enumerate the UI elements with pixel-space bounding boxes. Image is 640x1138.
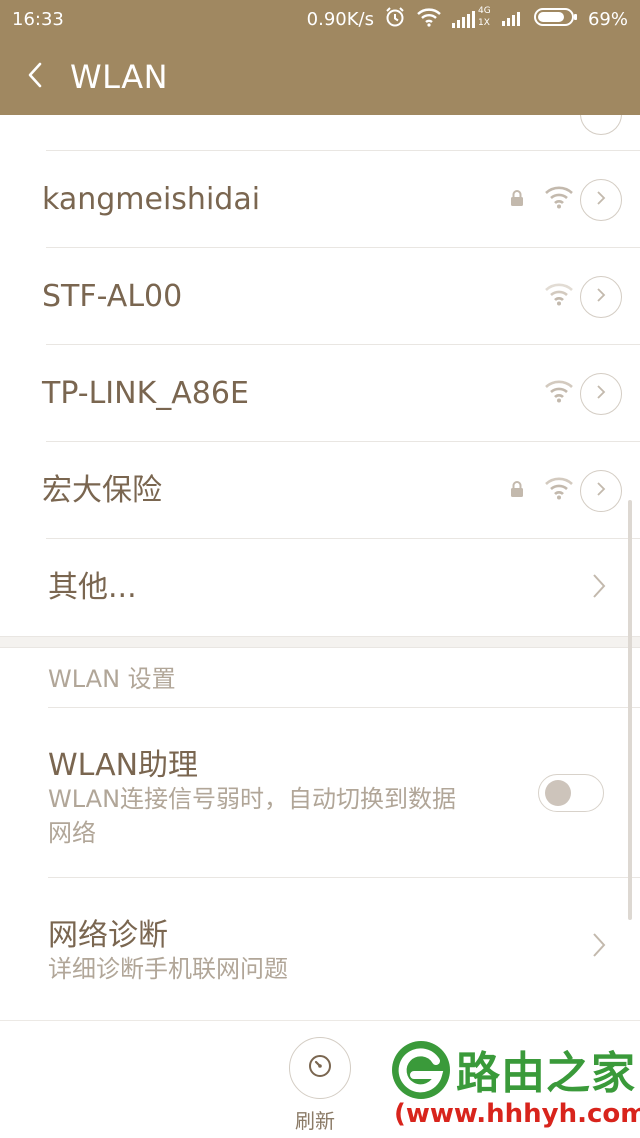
network-diagnose-row[interactable]: 网络诊断 详细诊断手机联网问题 [48, 878, 640, 1014]
network-row-partial[interactable] [46, 115, 640, 151]
network-detail-button[interactable] [580, 115, 622, 135]
battery-icon [533, 7, 578, 32]
network-type-top: 4G [477, 6, 491, 16]
refresh-label: 刷新 [295, 1109, 335, 1133]
battery-percent: 69% [587, 8, 628, 30]
watermark-url: (www.hhhyh.com [394, 1099, 640, 1129]
app-header: 16:33 0.90K/s 4G 1X 69% WLAN [0, 0, 640, 115]
toggle-knob [545, 780, 571, 806]
network-row[interactable]: kangmeishidai [42, 151, 640, 248]
network-diagnose-title: 网络诊断 [48, 918, 168, 953]
refresh-button[interactable] [289, 1037, 351, 1099]
network-detail-button[interactable] [580, 373, 622, 415]
section-divider [0, 636, 640, 648]
network-diagnose-desc: 详细诊断手机联网问题 [48, 955, 288, 983]
cellular-signal-icon: 4G 1X [451, 6, 492, 31]
network-list: kangmeishidai STF-AL00 TP-LINK_A86E 宏大保险… [0, 151, 640, 1014]
wlan-assistant-desc-line1: WLAN连接信号弱时，自动切换到数据 [48, 785, 457, 813]
status-time: 16:33 [12, 8, 64, 30]
chevron-right-icon [596, 384, 606, 404]
network-type-bottom: 1X [477, 18, 490, 28]
watermark: 路由之家 (www.hhhyh.com [390, 1035, 640, 1138]
wlan-assistant-desc-line2: 网络 [48, 819, 96, 847]
network-detail-button[interactable] [580, 276, 622, 318]
network-ssid: TP-LINK_A86E [42, 376, 249, 411]
network-ssid: STF-AL00 [42, 279, 183, 314]
wifi-signal-icon [544, 282, 574, 310]
chevron-right-icon [596, 190, 606, 210]
network-ssid: 宏大保险 [42, 473, 162, 508]
lock-icon [510, 480, 524, 502]
network-ssid: kangmeishidai [42, 182, 261, 217]
other-network-label: 其他... [48, 570, 137, 605]
network-detail-button[interactable] [580, 179, 622, 221]
network-row[interactable]: 宏大保险 [42, 442, 640, 539]
page-title: WLAN [70, 57, 169, 96]
network-row[interactable]: STF-AL00 [42, 248, 640, 345]
chevron-right-icon [596, 481, 606, 501]
wifi-signal-icon [544, 185, 574, 213]
network-detail-button[interactable] [580, 470, 622, 512]
other-network-row[interactable]: 其他... [46, 539, 640, 636]
brand-logo-icon [390, 1039, 452, 1101]
network-row[interactable]: TP-LINK_A86E [42, 345, 640, 442]
wifi-signal-icon [544, 379, 574, 407]
back-chevron-icon [26, 61, 44, 93]
chevron-right-icon [592, 573, 606, 603]
chevron-right-icon [596, 287, 606, 307]
back-button[interactable] [0, 38, 70, 115]
wifi-status-icon [416, 7, 442, 32]
status-icons: 0.90K/s 4G 1X 69% [307, 6, 628, 33]
refresh-gauge-icon [306, 1052, 334, 1084]
settings-section-title: WLAN 设置 [48, 648, 640, 708]
wlan-assistant-title: WLAN助理 [48, 748, 199, 783]
network-speed: 0.90K/s [306, 8, 374, 30]
watermark-brand: 路由之家 [456, 1048, 636, 1099]
title-bar: WLAN [0, 38, 640, 115]
wifi-signal-icon [544, 476, 574, 504]
lock-icon [510, 189, 524, 211]
wlan-assistant-toggle[interactable] [538, 774, 604, 812]
cellular-signal-2-icon [501, 8, 524, 31]
alarm-icon [384, 6, 406, 33]
wlan-assistant-row[interactable]: WLAN助理 WLAN连接信号弱时，自动切换到数据 网络 [48, 708, 640, 878]
chevron-right-icon [592, 932, 606, 962]
status-bar: 16:33 0.90K/s 4G 1X 69% [0, 0, 640, 38]
scrollbar[interactable] [628, 500, 632, 920]
